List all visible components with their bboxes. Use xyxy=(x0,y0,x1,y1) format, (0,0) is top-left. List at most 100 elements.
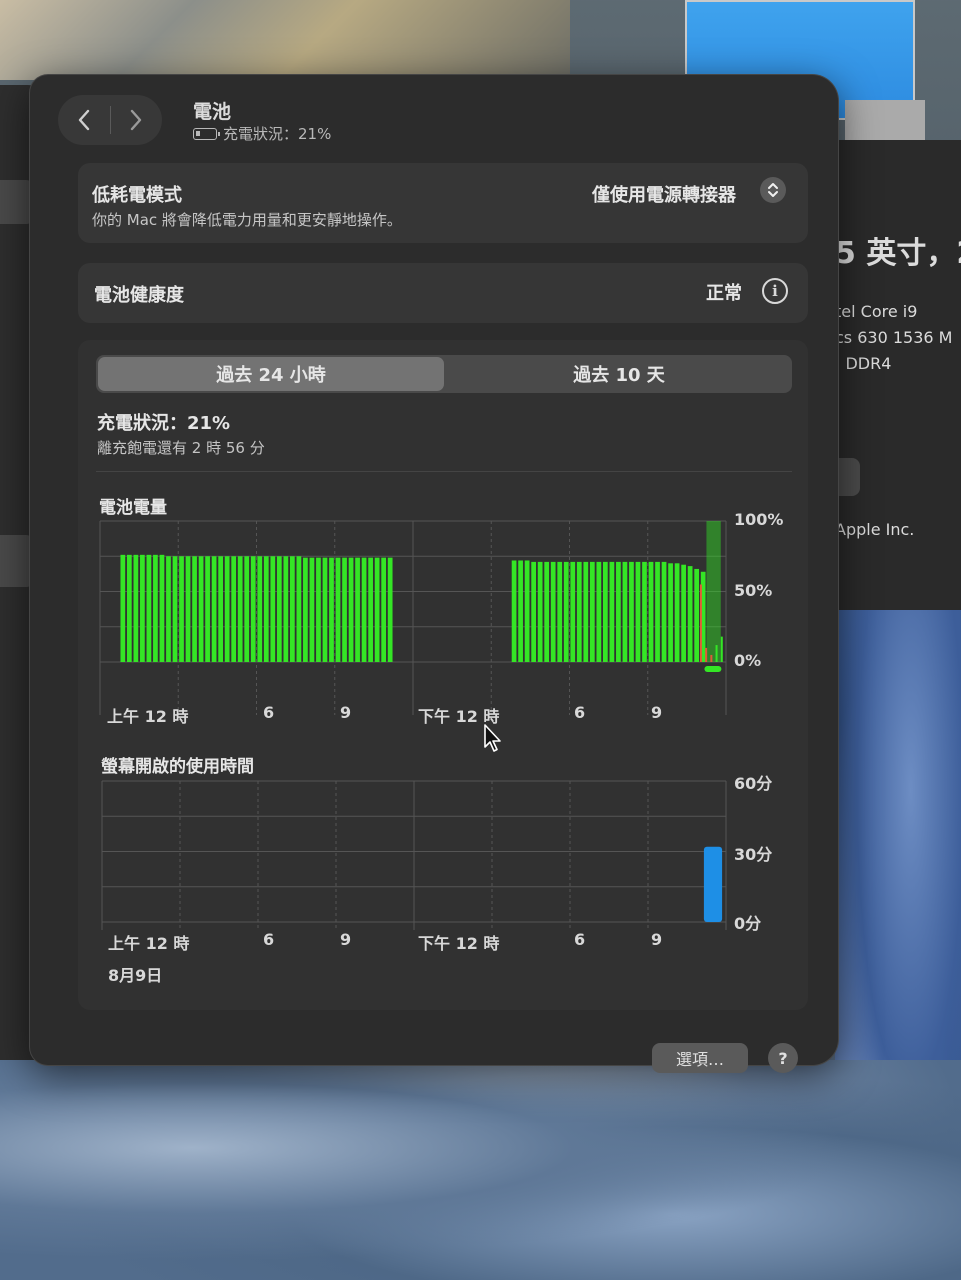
battery-bar xyxy=(629,561,634,662)
tab-last-10-days[interactable]: 過去 10 天 xyxy=(446,355,792,393)
x-tick-label: 6 xyxy=(574,930,586,949)
battery-bar xyxy=(250,556,256,662)
help-button[interactable]: ? xyxy=(768,1043,798,1073)
battery-bar xyxy=(329,557,334,662)
background-text: cs 630 1536 M xyxy=(835,328,953,347)
background-text: tel Core i9 xyxy=(835,302,918,321)
divider xyxy=(96,471,792,472)
x-tick-label: 6 xyxy=(263,930,275,949)
battery-bar xyxy=(687,566,693,662)
low-power-mode-value[interactable]: 僅使用電源轉接器 xyxy=(592,181,736,207)
battery-bar xyxy=(622,561,628,662)
battery-bar xyxy=(342,557,347,662)
battery-bar xyxy=(668,563,673,662)
x-tick-label: 6 xyxy=(574,703,586,722)
tab-last-24-hours[interactable]: 過去 24 小時 xyxy=(98,357,444,391)
battery-bar xyxy=(537,561,543,662)
battery-bar xyxy=(355,557,360,662)
battery-bar xyxy=(381,557,387,662)
date-label: 8月9日 xyxy=(108,966,163,985)
battery-bar xyxy=(699,584,702,662)
battery-bar xyxy=(715,645,718,662)
y-tick-label: 30分 xyxy=(734,845,773,864)
battery-bar xyxy=(263,556,269,662)
battery-bar xyxy=(185,556,191,662)
low-power-mode-card: 低耗電模式 你的 Mac 將會降低電力用量和更安靜地操作。 僅使用電源轉接器 xyxy=(78,163,808,243)
battery-bar xyxy=(146,554,152,662)
battery-bar xyxy=(198,556,204,662)
battery-bar xyxy=(218,556,223,662)
battery-bar xyxy=(648,561,654,662)
window-subtitle: 充電狀況：21% xyxy=(193,123,331,144)
battery-bar xyxy=(296,556,302,662)
battery-bar xyxy=(583,561,589,662)
battery-health-card: 電池健康度 正常 i xyxy=(78,263,808,323)
battery-bar xyxy=(705,647,708,662)
battery-charging-icon xyxy=(193,127,220,140)
battery-bar xyxy=(335,557,341,662)
navigation-buttons xyxy=(58,95,162,145)
chevron-up-down-icon xyxy=(768,183,778,197)
battery-bar xyxy=(179,556,184,662)
battery-bar xyxy=(550,561,556,662)
battery-bar xyxy=(290,556,295,662)
battery-level-chart xyxy=(99,520,727,715)
battery-bar xyxy=(140,554,145,662)
battery-bar xyxy=(387,557,393,662)
battery-bar xyxy=(374,557,380,662)
battery-health-title: 電池健康度 xyxy=(94,285,184,306)
battery-bar xyxy=(126,554,132,662)
charging-overlay xyxy=(706,521,721,662)
battery-bar xyxy=(511,560,517,662)
battery-bar xyxy=(524,560,530,662)
battery-bar xyxy=(544,561,550,662)
battery-bar xyxy=(635,561,641,662)
y-tick-label: 0% xyxy=(734,651,762,670)
options-button[interactable]: 選項… xyxy=(652,1043,748,1073)
x-tick-label: 上午 12 時 xyxy=(107,707,189,726)
screen-on-usage-chart-title: 螢幕開啟的使用時間 xyxy=(101,757,254,777)
background-text: 5 英寸，2 xyxy=(835,236,961,271)
battery-bar xyxy=(322,557,328,662)
battery-bar xyxy=(211,556,217,662)
info-icon[interactable]: i xyxy=(762,278,788,304)
battery-bar xyxy=(309,557,315,662)
battery-bar xyxy=(710,654,713,662)
battery-bar xyxy=(661,561,667,662)
low-power-mode-title: 低耗電模式 xyxy=(92,185,182,206)
battery-bar xyxy=(361,557,367,662)
battery-bar xyxy=(166,556,171,662)
battery-bar xyxy=(655,561,660,662)
battery-bar xyxy=(616,561,621,662)
battery-bar xyxy=(642,561,647,662)
window-title: 電池 xyxy=(193,101,232,123)
low-power-mode-description: 你的 Mac 將會降低電力用量和更安靜地操作。 xyxy=(92,211,402,229)
battery-bar xyxy=(283,556,289,662)
battery-bar xyxy=(153,554,158,662)
x-tick-label: 下午 12 時 xyxy=(418,934,500,953)
battery-health-value: 正常 xyxy=(706,283,742,304)
chevron-right-icon xyxy=(131,109,142,131)
y-tick-label: 60分 xyxy=(734,774,773,793)
back-button[interactable] xyxy=(58,95,110,145)
battery-bar xyxy=(609,561,615,662)
time-range-segmented-control: 過去 24 小時 過去 10 天 xyxy=(96,355,792,393)
x-tick-label: 9 xyxy=(340,703,352,722)
background-text: : DDR4 xyxy=(835,354,892,373)
forward-button[interactable] xyxy=(110,95,162,145)
background-wallpaper xyxy=(0,1060,961,1280)
screen-on-usage-chart xyxy=(101,780,727,930)
background-text: Apple Inc. xyxy=(835,520,915,539)
x-tick-label: 9 xyxy=(340,930,352,949)
time-to-full-text: 離充飽電還有 2 時 56 分 xyxy=(97,439,265,457)
battery-bar xyxy=(694,568,700,662)
battery-bar xyxy=(674,563,680,662)
charge-status-title: 充電狀況：21% xyxy=(97,413,231,434)
y-tick-label: 0分 xyxy=(734,914,762,933)
battery-bar xyxy=(159,554,165,662)
low-power-mode-popup-button[interactable] xyxy=(760,177,786,203)
charge-status-text: 充電狀況：21% xyxy=(223,125,332,143)
battery-bar xyxy=(276,556,282,662)
battery-bar xyxy=(172,556,178,662)
battery-bar xyxy=(681,564,686,662)
